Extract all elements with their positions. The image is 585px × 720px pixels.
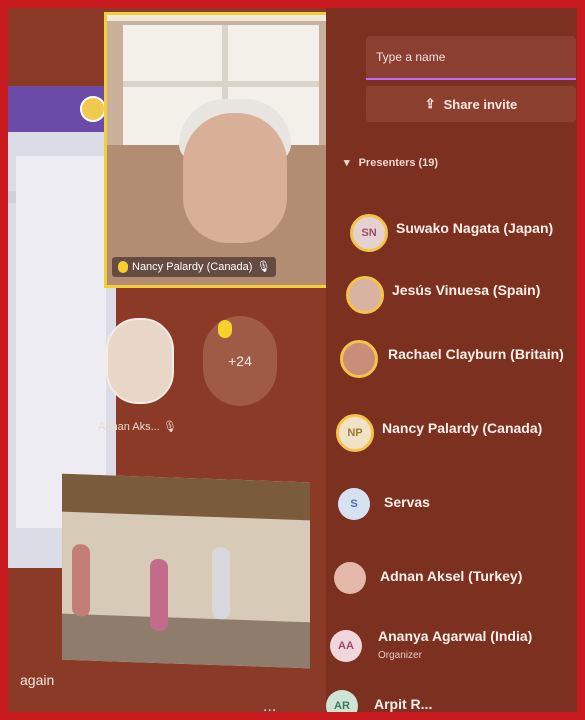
participant-initials: S (350, 498, 358, 510)
spotlight-name: Nancy Palardy (Canada) (132, 261, 253, 273)
raised-hand-icon (118, 261, 128, 273)
participant-name: Rachael Clayburn (Britain) (388, 346, 564, 362)
participant-avatar: AR (326, 690, 358, 712)
participant-avatar: AA (330, 630, 362, 662)
participant-row[interactable]: SN Suwako Nagata (Japan) (326, 202, 577, 258)
participant-avatar (334, 562, 366, 594)
room-person (212, 546, 230, 620)
participant-initials: SN (361, 227, 377, 239)
participant-name: Adnan Aksel (Turkey) (380, 568, 523, 584)
participant-avatar: NP (336, 414, 374, 452)
participant-avatar (346, 276, 384, 314)
room-video[interactable] (62, 473, 310, 669)
participant-name: Ananya Agarwal (India) (378, 628, 533, 644)
participant-row[interactable]: AR Arpit R... (326, 678, 577, 712)
bottom-caption: again (20, 672, 55, 688)
participant-name: Suwako Nagata (Japan) (396, 220, 554, 236)
participant-tile-avatar[interactable] (106, 318, 174, 404)
room-floor (62, 613, 310, 669)
spotlight-name-tag: Nancy Palardy (Canada) 🎙 (112, 257, 277, 277)
participant-avatar: S (338, 488, 370, 520)
participant-name: Jesús Vinuesa (Spain) (392, 282, 541, 298)
participant-name: Nancy Palardy (Canada) (382, 420, 543, 436)
participant-name: Servas (384, 494, 430, 510)
participant-row[interactable]: Rachael Clayburn (Britain) (326, 328, 577, 384)
more-participants-button[interactable]: +24 (203, 316, 277, 406)
participant-initials: AR (334, 700, 350, 712)
participant-face (183, 113, 287, 243)
more-participants-count: +24 (228, 353, 252, 369)
participant-initials: NP (347, 427, 363, 439)
participants-list: SN Suwako Nagata (Japan) Jesús Vinuesa (… (326, 8, 577, 712)
room-person (150, 558, 168, 632)
app-content (16, 156, 106, 528)
participant-tile-name: Adnan Aks... (98, 421, 160, 433)
more-options-button[interactable]: ... (263, 698, 276, 712)
room-ceiling (62, 473, 310, 521)
participant-name: Arpit R... (374, 696, 433, 712)
participants-panel: ⇪ Share invite ▾ Presenters (19) SN Suwa… (326, 8, 577, 712)
room-person (72, 544, 90, 617)
participant-avatar: SN (350, 214, 388, 252)
participant-row[interactable]: NP Nancy Palardy (Canada) (326, 402, 577, 458)
participant-initials: AA (338, 640, 354, 652)
app-header (8, 86, 116, 132)
participant-row[interactable]: AA Ananya Agarwal (India) Organizer (326, 618, 577, 674)
participant-row[interactable]: S Servas (326, 476, 577, 532)
participant-tile-label: Adnan Aks... 🎙 (98, 420, 177, 433)
raised-hand-icon (218, 320, 232, 338)
screen-photo: Nancy Palardy (Canada) 🎙 Adnan Aks... 🎙 … (8, 8, 577, 712)
app-avatar-icon (80, 96, 106, 122)
muted-mic-icon: 🎙 (162, 421, 177, 433)
participant-row[interactable]: Jesús Vinuesa (Spain) (326, 264, 577, 320)
participant-role: Organizer (378, 650, 422, 661)
mic-icon: 🎙 (256, 261, 271, 273)
participant-avatar (340, 340, 378, 378)
spotlight-video[interactable]: Nancy Palardy (Canada) 🎙 (104, 12, 334, 288)
participant-row[interactable]: Adnan Aksel (Turkey) (326, 550, 577, 606)
